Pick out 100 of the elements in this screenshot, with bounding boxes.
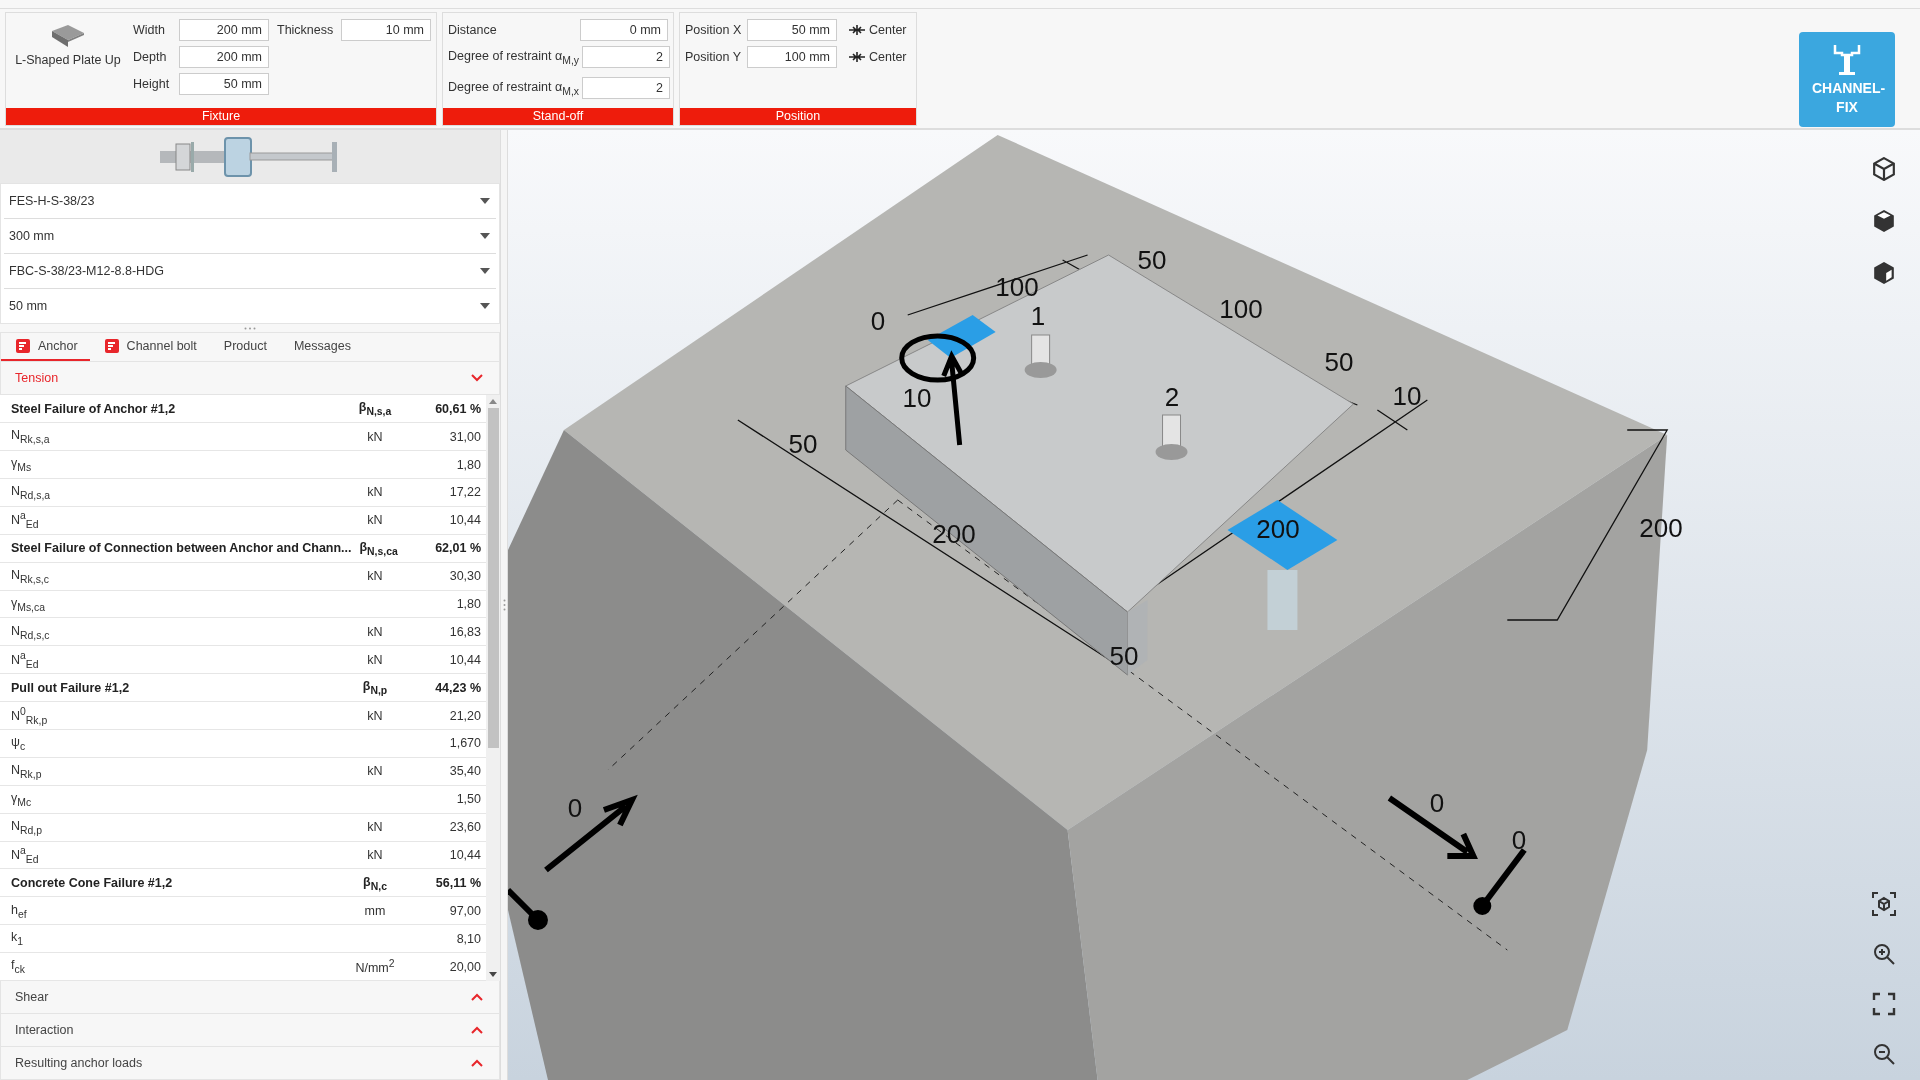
table-cell-text: 17,22 (448, 485, 482, 500)
dropdown-value: FES-H-S-38/23 (9, 194, 95, 209)
field-label: Thickness (277, 23, 335, 37)
table-cell-text: 10,44 (448, 848, 482, 862)
section-header[interactable]: Interaction (0, 1014, 500, 1047)
table-cell-text: N$_{Rk,p}$ (10, 763, 43, 780)
zoom-in-icon[interactable] (1872, 942, 1896, 966)
field-label: Degree of restraint α$_{M,y}$ (448, 48, 578, 66)
table-cell-text: N/mm$^{2}$ (354, 957, 396, 976)
table-cell-text: 1,670 (448, 736, 482, 751)
table-cell-text: kN (366, 652, 384, 667)
table-cell-text: 97,00 (448, 903, 482, 918)
input-field[interactable]: 100 mm (747, 46, 837, 68)
field-label: Width (133, 23, 166, 37)
center-button[interactable]: Center (841, 23, 907, 37)
scroll-down-icon[interactable] (489, 972, 497, 977)
field-label: Position Y (685, 50, 743, 64)
caret-icon (480, 303, 490, 310)
cube-outline-icon[interactable] (1872, 157, 1896, 181)
align-center-icon (849, 24, 865, 36)
table-cell-text: 10,44 (448, 513, 482, 528)
table-cell-text: Pull out Failure #1,2 (10, 680, 131, 695)
table-cell-text: kN (366, 848, 384, 862)
section-header[interactable]: Tension (0, 362, 500, 396)
table-cell-text: kN (366, 708, 384, 723)
table-cell-text: 1,80 (455, 457, 482, 472)
table-cell-text: 56,11 % (434, 875, 482, 890)
input-field[interactable]: 50 mm (179, 73, 269, 95)
table-cell-text: kN (366, 820, 384, 835)
table-cell-text: Steel Failure of Connection between Anchor and Chann... (10, 541, 352, 556)
table-cell-text: kN (366, 764, 384, 779)
table-cell-text: Concrete Cone Failure #1,2 (10, 875, 174, 890)
table-cell-text: 1,80 (455, 596, 482, 611)
input-field[interactable]: 50 mm (747, 19, 837, 41)
panel-title-bar: Stand-off (443, 108, 673, 125)
table-cell-text: Steel Failure of Anchor #1,2 (10, 401, 177, 416)
table-cell-text: N$_{Rk,s,c}$ (10, 567, 50, 585)
center-button[interactable]: Center (841, 50, 907, 64)
drag-handle-icon[interactable] (502, 599, 506, 611)
dimension-label: 1 (1030, 300, 1046, 332)
section-header[interactable]: Resulting anchor loads (0, 1047, 500, 1080)
chevron-icon (471, 374, 483, 383)
channel-anchor-icon (1832, 43, 1862, 78)
scroll-up-icon[interactable] (489, 399, 497, 405)
table-cell-text: 62,01 % (434, 541, 482, 556)
table-cell-text: kN (366, 513, 384, 528)
chevron-icon (471, 1026, 483, 1034)
dropdown-value: 300 mm (9, 229, 55, 244)
fullscreen-icon[interactable] (1872, 992, 1896, 1016)
section-header[interactable]: Shear (0, 981, 500, 1014)
dimension-label: 200 (1639, 512, 1683, 544)
table-cell-text: N$_{Rd,s,a}$ (10, 484, 52, 501)
table-cell-text: h$_{ef}$ (10, 902, 28, 919)
table-cell-text: 20,00 (448, 959, 482, 974)
zoom-out-icon[interactable] (1872, 1042, 1896, 1066)
input-field[interactable]: 2 (582, 77, 670, 99)
table-cell-text: kN (366, 429, 384, 444)
input-field[interactable]: 200 mm (179, 19, 269, 41)
dimension-label: 0 (870, 305, 886, 337)
dropdown-value: FBC-S-38/23-M12-8.8-HDG (9, 264, 164, 279)
dimension-label: 50 (788, 428, 818, 460)
cube-side-view-icon[interactable] (1872, 261, 1896, 285)
input-field[interactable]: 10 mm (341, 19, 431, 41)
caret-icon (480, 233, 490, 240)
cube-top-view-icon[interactable] (1872, 209, 1896, 233)
field-label: Position X (685, 23, 743, 37)
table-cell-text: 30,30 (448, 569, 482, 584)
table-cell-text: N$_{Rk,s,a}$ (10, 428, 51, 445)
fit-view-icon[interactable] (1872, 892, 1896, 916)
dimension-label: 0 (1511, 824, 1527, 856)
dimension-label: 2 (1164, 381, 1180, 413)
dimension-label: 100 (1219, 293, 1263, 325)
l-plate-icon (50, 23, 86, 49)
table-cell-text: ψ$_{c}$ (10, 735, 27, 752)
table-cell-text: f$_{ck}$ (10, 958, 26, 975)
dimension-label: 10 (902, 382, 932, 414)
result-tab[interactable]: Channel bolt (89, 332, 209, 362)
fixture-type-label: L-Shaped Plate Up (15, 53, 121, 67)
input-field[interactable]: 0 mm (580, 19, 668, 41)
table-cell-text: 8,10 (455, 931, 482, 946)
table-cell-text: 21,20 (448, 708, 482, 723)
drag-handle-icon[interactable] (244, 326, 256, 330)
result-tab[interactable]: Product (208, 332, 279, 362)
scrollbar[interactable] (486, 395, 500, 981)
table-cell-text: k$_{1}$ (10, 930, 25, 947)
table-cell-text: kN (366, 485, 384, 500)
field-label: Height (133, 77, 171, 91)
dropdown-value: 50 mm (9, 299, 48, 314)
input-field[interactable]: 200 mm (179, 46, 269, 68)
input-field[interactable]: 2 (582, 46, 670, 68)
result-tab[interactable]: Messages (278, 332, 363, 362)
table-cell-text: N$_{Rd,p}$ (10, 818, 43, 836)
table-cell-text: 44,23 % (434, 680, 482, 695)
table-cell-text: mm (363, 903, 387, 918)
dimension-label: 0 (1429, 787, 1445, 819)
load-arrow (508, 887, 548, 930)
table-cell-text: 16,83 (448, 624, 482, 639)
table-cell-text: 23,60 (448, 820, 482, 835)
table-cell-text: γ$_{Ms,ca}$ (10, 595, 46, 613)
chevron-icon (471, 1059, 483, 1067)
